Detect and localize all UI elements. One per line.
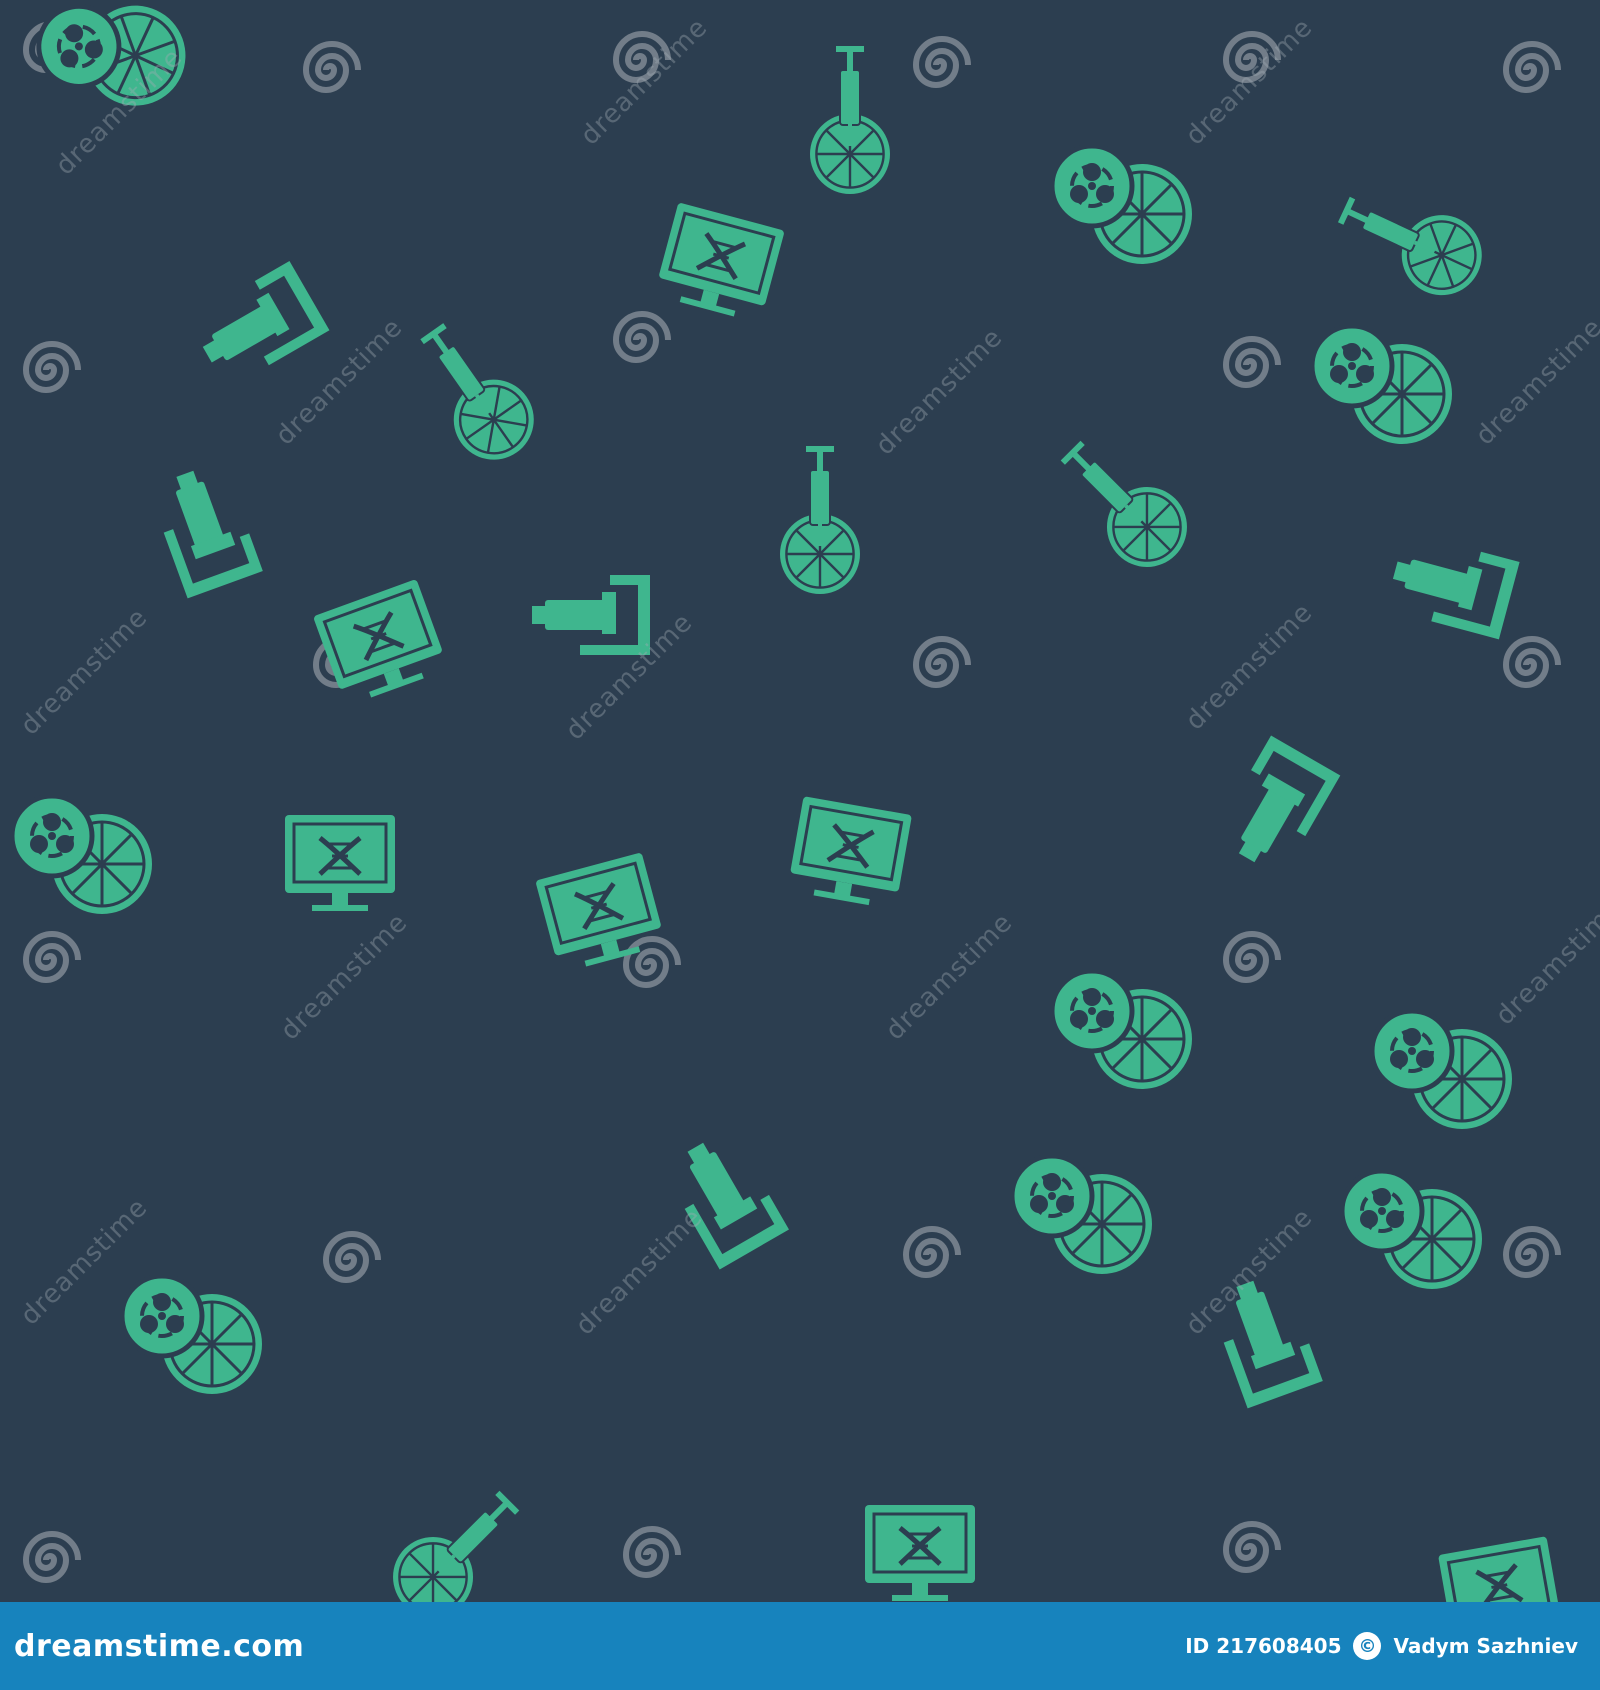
author-name[interactable]: Vadym Sazhniev <box>1393 1634 1578 1658</box>
brand-logo-text[interactable]: dreamstime.com <box>14 1629 304 1664</box>
seamless-pattern <box>0 0 1600 1602</box>
footer-bar: dreamstime.com ID 217608405 © Vadym Sazh… <box>0 1602 1600 1690</box>
image-credits: ID 217608405 © Vadym Sazhniev <box>1185 1632 1578 1660</box>
image-id: ID 217608405 <box>1185 1634 1342 1658</box>
pattern-icons <box>12 0 1563 1602</box>
copyright-icon: © <box>1353 1632 1382 1660</box>
